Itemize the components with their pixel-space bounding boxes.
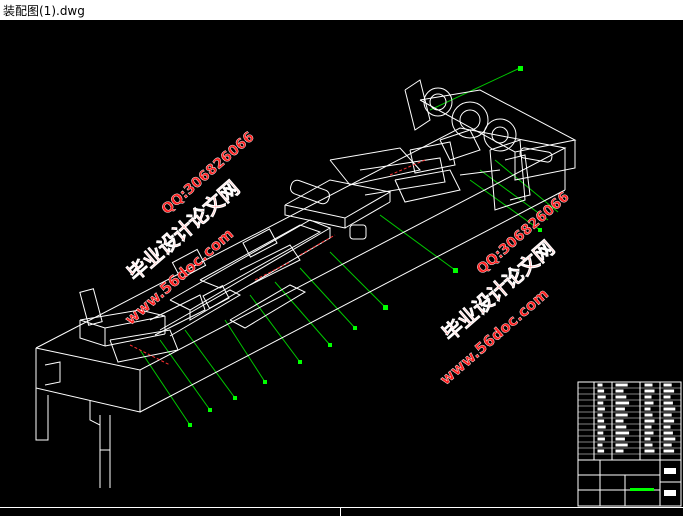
balloon-1 [188,423,192,427]
parts-list-cell-text [597,425,606,429]
parts-list-cell-text [597,419,605,423]
parts-list-cell-text [644,383,653,387]
parts-list-cell-text [615,383,628,387]
parts-list-cell-text [615,425,627,429]
parts-list-cell-text [663,425,671,429]
parts-list-cell-text [597,437,605,441]
parts-list-cell-text [663,389,675,393]
parts-list-cell-text [615,413,628,417]
parts-list-cell-text [597,449,605,453]
scrollbar-divider [340,508,341,516]
balloon-8 [383,305,388,310]
parts-list-cell-text [644,401,654,405]
parts-list-cell-text [663,401,673,405]
parts-list-cell-text [597,443,603,447]
parts-list-cell-text [615,437,625,441]
parts-list-cell-text [644,425,652,429]
parts-list-cell-text [597,383,603,387]
parts-list-cell-text [615,401,630,405]
parts-list-cell-text [615,419,624,423]
parts-list-cell-text [663,395,671,399]
parts-list-cell-text [615,395,627,399]
parts-list-cell-text [615,389,624,393]
parts-list-cell-text [615,449,624,453]
parts-list-cell-text [663,449,675,453]
window-title: 装配图(1).dwg [3,3,85,18]
parts-list-cell-text [644,419,655,423]
parts-list-cell-text [663,419,675,423]
parts-list-cell-text [644,413,653,417]
parts-list-cell-text [615,443,628,447]
balloon-3 [233,396,237,400]
parts-list-rows [578,383,681,455]
balloon-4 [263,380,267,384]
parts-list-cell-text [597,413,603,417]
window-titlebar: 装配图(1).dwg [0,0,683,20]
parts-list-cell-text [597,389,605,393]
parts-list-cell-text [663,437,676,441]
balloon-2 [208,408,212,412]
parts-list-cell-text [644,449,655,453]
parts-list-cell-text [597,401,604,405]
parts-list-cell-text [615,407,625,411]
balloon-7 [353,326,357,330]
balloon-9 [453,268,458,273]
model-layout-scrollbar[interactable] [0,507,683,516]
parts-list-cell-text [644,443,653,447]
part-balloons [188,66,542,427]
balloon-11 [518,66,523,71]
balloon-6 [328,343,332,347]
parts-list-cell-text [597,431,604,435]
parts-list-cell-text [663,407,676,411]
balloon-5 [298,360,302,364]
parts-list-cell-text [663,383,672,387]
cad-drawing-viewport[interactable]: 毕业设计论文网 www.56doc.com QQ:306826066 毕业设计论… [0,20,683,516]
parts-list-cell-text [663,443,672,447]
parts-list-cell-text [644,395,652,399]
hidden-lines [129,159,426,366]
parts-list-cell-text [644,437,651,441]
parts-list-cell-text [663,413,672,417]
parts-list-cell-text [644,431,654,435]
parts-list-cell-text [597,407,605,411]
assembly-drawing-canvas[interactable]: 毕业设计论文网 www.56doc.com QQ:306826066 毕业设计论… [0,20,683,516]
parts-list-cell-text [615,431,630,435]
parts-list-cell-text [644,389,655,393]
parts-list-cell-text [644,407,651,411]
parts-list-cell-text [663,431,673,435]
parts-list-cell-text [597,395,606,399]
